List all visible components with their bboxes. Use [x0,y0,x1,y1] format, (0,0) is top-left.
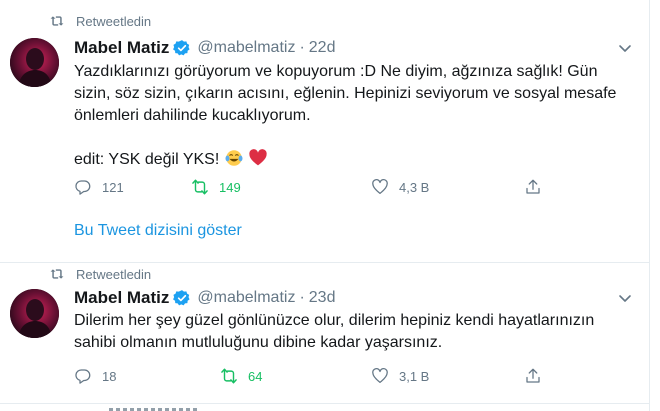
share-button[interactable] [524,177,542,197]
retweet-icon [50,16,64,26]
like-count: 3,1 B [399,368,430,384]
reply-icon [75,180,91,195]
heart-icon [372,179,388,195]
tweet-actions: 18 64 3,1 B [74,366,554,386]
tweet-edit-line: edit: YSK değil YKS! [74,149,639,171]
display-name[interactable]: Mabel Matiz [74,38,169,58]
tweet-header: Mabel Matiz @mabelmatiz · 22d [74,37,335,59]
show-thread-link[interactable]: Bu Tweet dizisini göster [74,222,242,240]
tweet[interactable]: Retweetledin Mabel Matiz @mabelmatiz · 2… [0,264,650,404]
tweet-actions: 121 149 4,3 B [74,177,554,197]
tweet-text: Dilerim her şey güzel gönlünüzce olur, d… [74,310,639,354]
share-button[interactable] [524,366,542,386]
timestamp[interactable]: 23d [309,289,336,307]
tweet-partial [0,405,650,411]
username[interactable]: @mabelmatiz [197,289,295,307]
like-button[interactable]: 4,3 B [371,177,429,197]
tweet-text-line: sahibi olmanın mutluluğunu dibine kadar … [74,334,443,351]
share-icon [526,368,540,383]
username[interactable]: @mabelmatiz [197,39,295,57]
retweet-button[interactable]: 64 [220,366,262,386]
retweet-icon [221,368,237,384]
avatar[interactable] [10,289,59,338]
reply-icon [75,369,91,384]
avatar[interactable] [10,38,59,87]
separator: · [299,39,305,56]
reply-button[interactable]: 18 [74,366,116,386]
tweet-text-line: sizin, söz sizin, çıkarın acısını, eğlen… [74,85,617,102]
retweeted-indicator: Retweetledin [50,265,151,283]
share-icon [526,179,540,194]
verified-badge-icon [173,290,190,306]
chevron-down-icon[interactable] [617,40,633,56]
like-button[interactable]: 3,1 B [371,366,429,386]
reply-count: 121 [102,179,124,195]
separator: · [299,289,305,306]
reply-count: 18 [102,368,117,384]
tweet-text-line: Dilerim her şey güzel gönlünüzce olur, d… [74,312,595,329]
retweet-icon [192,179,208,195]
tweet-text: Yazdıklarınızı görüyorum ve kopuyorum :D… [74,61,639,171]
tweet-text-line: Yazdıklarınızı görüyorum ve kopuyorum :D… [74,63,598,80]
reply-button[interactable]: 121 [74,177,124,197]
timeline: Retweetledin Mabel Matiz @mabelmatiz · 2… [0,0,650,411]
tweet-text-line: önlemleri dahilinde kucaklıyorum. [74,107,311,124]
avatar-image [10,289,59,338]
timestamp[interactable]: 22d [309,39,336,57]
verified-badge-icon [173,40,190,56]
like-count: 4,3 B [399,179,430,195]
red-heart-icon [249,149,267,166]
edit-text: edit: YSK değil YKS! [74,151,220,168]
heart-icon [372,368,388,384]
retweeted-label: Retweetledin [76,266,152,282]
retweet-icon [50,269,64,279]
retweet-count: 149 [219,179,241,195]
display-name[interactable]: Mabel Matiz [74,288,169,308]
retweeted-indicator: Retweetledin [50,12,151,30]
avatar-image [10,38,59,87]
tweet[interactable]: Retweetledin Mabel Matiz @mabelmatiz · 2… [0,0,650,263]
retweet-count: 64 [248,368,263,384]
face-with-tears-of-joy-icon [225,150,243,166]
retweeted-label: Retweetledin [76,13,152,29]
chevron-down-icon[interactable] [617,290,633,306]
retweet-button[interactable]: 149 [191,177,241,197]
tweet-header: Mabel Matiz @mabelmatiz · 23d [74,287,335,309]
